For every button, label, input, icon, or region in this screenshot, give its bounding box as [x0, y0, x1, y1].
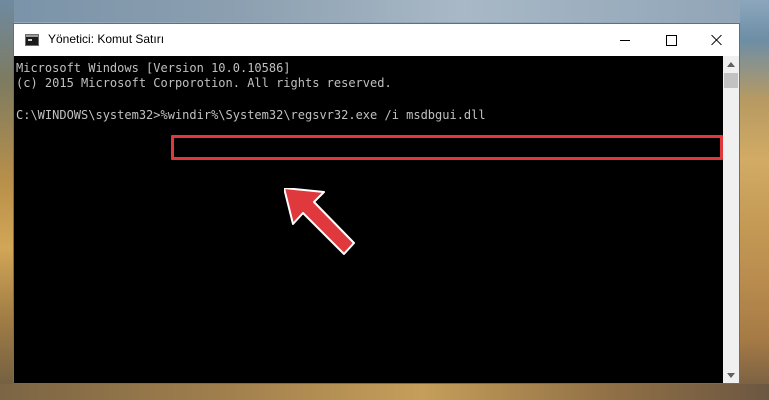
desktop-background-left	[0, 0, 14, 400]
close-icon	[711, 34, 723, 46]
scroll-thumb[interactable]	[724, 73, 738, 88]
console-icon	[25, 34, 39, 46]
maximize-icon	[665, 34, 677, 46]
desktop-background-bottom	[0, 384, 769, 400]
console-output[interactable]: Microsoft Windows [Version 10.0.10586] (…	[14, 56, 723, 383]
console-line-version: Microsoft Windows [Version 10.0.10586]	[16, 61, 291, 75]
minimize-button[interactable]	[602, 24, 648, 56]
chevron-up-icon	[727, 61, 735, 67]
console-command[interactable]: %windir%\System32\regsvr32.exe /i msdbgu…	[161, 108, 486, 122]
command-highlight-box	[171, 135, 723, 160]
console-prompt: C:\WINDOWS\system32>	[16, 108, 161, 122]
console-line-copyright: (c) 2015 Microsoft Corporotion. All righ…	[16, 76, 392, 90]
minimize-icon	[620, 39, 630, 41]
maximize-button[interactable]	[648, 24, 694, 56]
window-title: Yönetici: Komut Satırı	[48, 32, 165, 46]
chevron-down-icon	[727, 372, 735, 378]
scroll-down-button[interactable]	[723, 367, 739, 383]
desktop-background-right	[740, 0, 769, 400]
title-bar[interactable]: Yönetici: Komut Satırı	[14, 24, 739, 56]
command-prompt-window[interactable]: Yönetici: Komut Satırı Microsoft Windows…	[13, 23, 740, 384]
close-button[interactable]	[694, 24, 740, 56]
vertical-scrollbar[interactable]	[723, 56, 739, 383]
scroll-up-button[interactable]	[723, 56, 739, 72]
desktop-background-top	[0, 0, 769, 22]
console-command-line[interactable]: C:\WINDOWS\system32>%windir%\System32\re…	[16, 107, 486, 123]
arrow-icon	[284, 188, 355, 255]
